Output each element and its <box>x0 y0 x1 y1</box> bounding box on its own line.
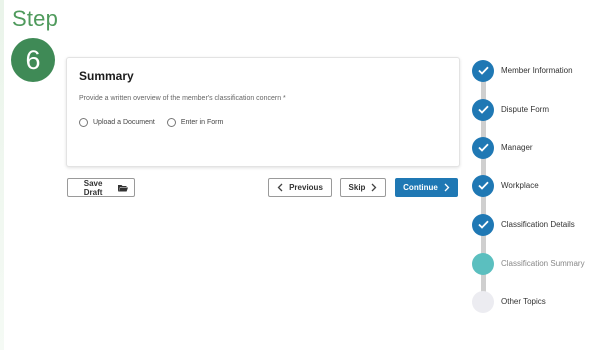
skip-label: Skip <box>348 183 366 192</box>
chevron-left-icon <box>277 183 283 192</box>
continue-button[interactable]: Continue <box>395 178 458 197</box>
skip-button[interactable]: Skip <box>340 178 386 197</box>
step-label-other-topics[interactable]: Other Topics <box>501 297 546 306</box>
step-label-dispute-form[interactable]: Dispute Form <box>501 105 549 114</box>
step-label-member-information[interactable]: Member Information <box>501 66 573 75</box>
save-draft-button[interactable]: Save Draft <box>67 178 135 197</box>
radio-enter-label: Enter in Form <box>180 119 224 126</box>
checkmark-icon <box>477 101 489 119</box>
step-node-classification-details[interactable] <box>472 214 494 236</box>
continue-label: Continue <box>403 183 438 192</box>
step-node-dispute-form[interactable] <box>472 99 494 121</box>
summary-description: Provide a written overview of the member… <box>79 95 286 102</box>
step-heading: Step <box>12 6 59 31</box>
step-node-member-information[interactable] <box>472 60 494 82</box>
radio-circle-icon[interactable] <box>79 118 88 127</box>
step-node-classification-summary[interactable] <box>472 253 494 275</box>
previous-button[interactable]: Previous <box>268 178 332 197</box>
radio-upload-label: Upload a Document <box>93 119 155 126</box>
step-node-manager[interactable] <box>472 137 494 159</box>
step-label-workplace[interactable]: Workplace <box>501 181 539 190</box>
summary-input-method: Upload a Document Enter in Form <box>79 118 235 127</box>
save-draft-label: Save Draft <box>83 178 103 197</box>
step-label-manager[interactable]: Manager <box>501 143 533 152</box>
step-number-badge: 6 <box>11 38 55 82</box>
chevron-right-icon <box>444 183 450 192</box>
checkmark-icon <box>477 139 489 157</box>
checkmark-icon <box>477 177 489 195</box>
radio-enter-in-form[interactable]: Enter in Form <box>166 118 224 127</box>
radio-circle-icon[interactable] <box>166 118 176 127</box>
checkmark-icon <box>477 62 489 80</box>
left-edge-stripe <box>0 0 4 350</box>
step-node-workplace[interactable] <box>472 175 494 197</box>
chevron-right-icon <box>371 183 377 192</box>
step-label-classification-summary[interactable]: Classification Summary <box>501 259 585 268</box>
previous-label: Previous <box>289 183 323 192</box>
radio-upload-document[interactable]: Upload a Document <box>79 118 155 127</box>
step-node-other-topics[interactable] <box>472 291 494 313</box>
summary-card: Summary Provide a written overview of th… <box>66 57 460 167</box>
folder-icon <box>118 184 128 192</box>
step-label-classification-details[interactable]: Classification Details <box>501 220 575 229</box>
checkmark-icon <box>477 216 489 234</box>
summary-title: Summary <box>79 69 134 83</box>
